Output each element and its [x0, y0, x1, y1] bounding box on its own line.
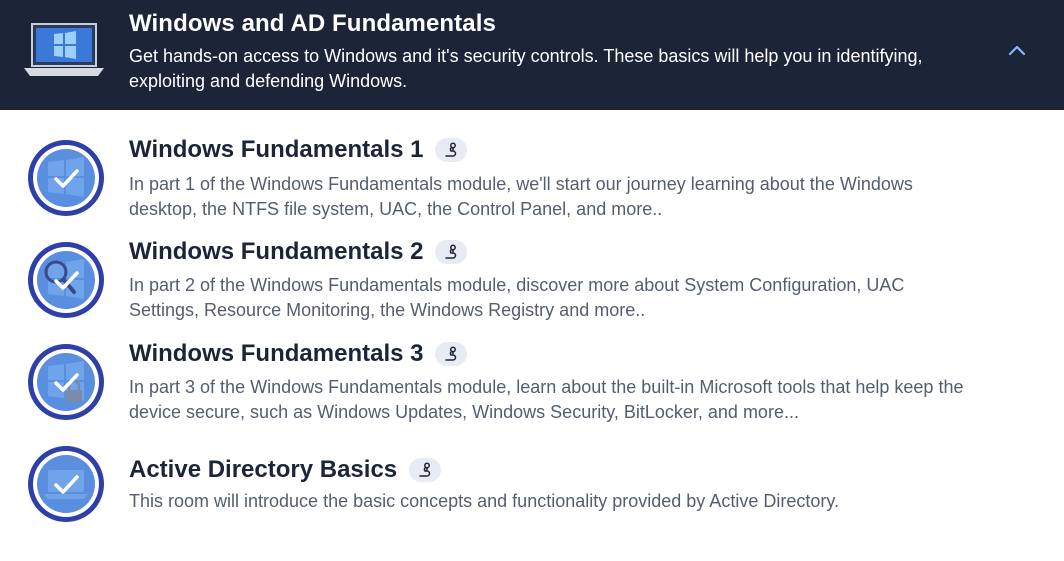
module-description: Get hands-on access to Windows and it's …	[129, 46, 923, 91]
path-icon	[445, 346, 457, 361]
path-icon	[445, 244, 457, 259]
path-tag	[435, 342, 468, 366]
path-icon	[419, 462, 431, 477]
room-title[interactable]: Windows Fundamentals 2	[129, 238, 423, 266]
room-item: Active Directory Basics This room will i…	[0, 436, 1064, 536]
path-tag	[435, 138, 468, 162]
room-title[interactable]: Windows Fundamentals 1	[129, 136, 423, 164]
room-item: Windows Fundamentals 2 In part 2 of the …	[0, 232, 1064, 332]
collapse-button[interactable]	[1003, 38, 1031, 62]
path-icon	[445, 142, 457, 157]
room-badge-icon[interactable]	[26, 240, 106, 320]
room-title-row: Windows Fundamentals 3	[129, 340, 468, 368]
room-badge-icon[interactable]	[26, 138, 106, 218]
chevron-up-icon	[1008, 45, 1026, 56]
room-item: Windows Fundamentals 3 In part 3 of the …	[0, 334, 1064, 434]
room-title-row: Active Directory Basics	[129, 456, 442, 484]
room-description: In part 3 of the Windows Fundamentals mo…	[129, 377, 964, 422]
room-title-row: Windows Fundamentals 2	[129, 238, 468, 266]
room-title[interactable]: Windows Fundamentals 3	[129, 340, 423, 368]
room-description: In part 2 of the Windows Fundamentals mo…	[129, 275, 905, 320]
room-title[interactable]: Active Directory Basics	[129, 456, 397, 484]
module-header: Windows and AD Fundamentals Get hands-on…	[0, 0, 1064, 110]
path-tag	[409, 458, 442, 482]
room-description: In part 1 of the Windows Fundamentals mo…	[129, 174, 913, 219]
room-title-row: Windows Fundamentals 1	[129, 136, 468, 164]
room-description: This room will introduce the basic conce…	[129, 491, 839, 511]
room-badge-icon[interactable]	[26, 444, 106, 524]
room-item: Windows Fundamentals 1 In part 1 of the …	[0, 130, 1064, 230]
room-badge-icon[interactable]	[26, 342, 106, 422]
path-tag	[435, 240, 468, 264]
laptop-windows-icon	[24, 23, 104, 76]
module-title: Windows and AD Fundamentals	[129, 10, 496, 37]
